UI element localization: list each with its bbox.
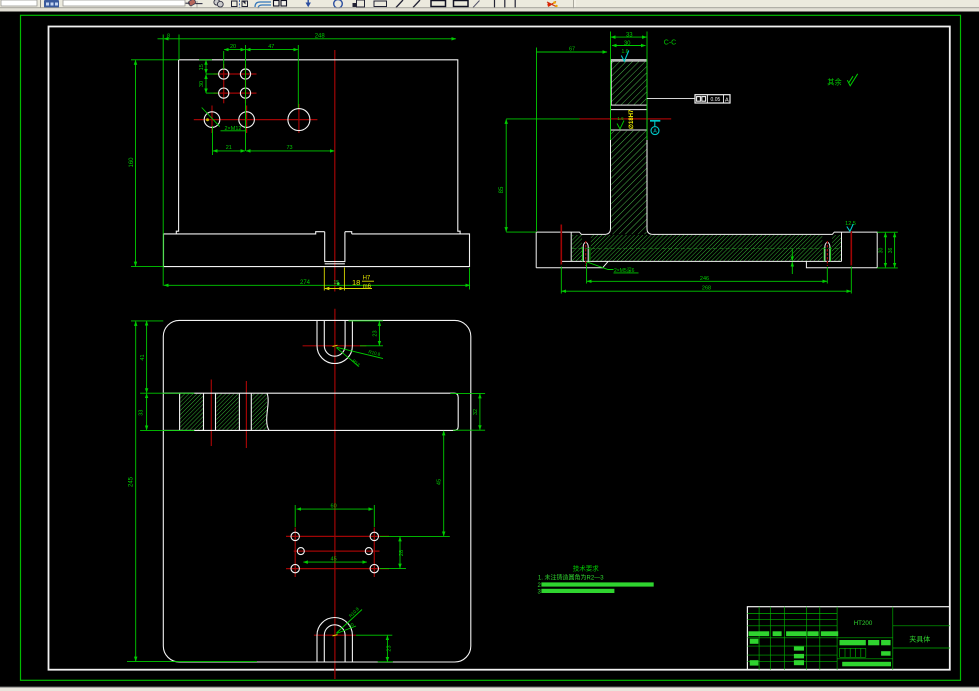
svg-text:8: 8 xyxy=(167,33,170,39)
svg-text:2×M5深6: 2×M5深6 xyxy=(614,267,635,274)
svg-text:A: A xyxy=(725,97,729,103)
svg-text:36: 36 xyxy=(888,248,894,254)
svg-text:268: 268 xyxy=(702,286,711,292)
svg-text:33: 33 xyxy=(139,410,145,416)
svg-text:32: 32 xyxy=(473,409,479,415)
svg-text:67: 67 xyxy=(569,46,575,52)
svg-text:274: 274 xyxy=(300,280,311,286)
svg-text:73: 73 xyxy=(286,145,292,151)
svg-text:21: 21 xyxy=(226,145,232,151)
svg-text:23: 23 xyxy=(386,645,392,651)
svg-text:60: 60 xyxy=(331,504,337,510)
svg-text:45: 45 xyxy=(436,479,442,485)
svg-text:245: 245 xyxy=(128,476,134,487)
svg-text:45: 45 xyxy=(331,557,337,563)
svg-text:33: 33 xyxy=(626,32,633,38)
svg-text:其余: 其余 xyxy=(827,78,842,87)
svg-text:1. 未注铸造圆角为R2—3: 1. 未注铸造圆角为R2—3 xyxy=(538,574,604,582)
svg-text:m6: m6 xyxy=(363,284,372,290)
svg-text:47: 47 xyxy=(268,44,274,50)
svg-text:H7: H7 xyxy=(363,276,371,282)
svg-text:2×M12: 2×M12 xyxy=(225,126,242,132)
svg-text:160: 160 xyxy=(129,157,135,168)
svg-text:41: 41 xyxy=(140,354,146,360)
svg-text:30: 30 xyxy=(624,41,631,47)
svg-text:12.5: 12.5 xyxy=(845,221,856,227)
svg-text:技术要求: 技术要求 xyxy=(573,564,600,573)
svg-text:C-C: C-C xyxy=(664,40,676,47)
svg-text:23: 23 xyxy=(372,330,378,336)
svg-text:248: 248 xyxy=(315,33,326,39)
svg-text:246: 246 xyxy=(700,276,709,282)
svg-text:0.05: 0.05 xyxy=(711,97,721,103)
svg-text:30: 30 xyxy=(199,81,205,87)
svg-text:15: 15 xyxy=(199,64,205,70)
svg-text:1.6: 1.6 xyxy=(617,116,624,121)
svg-text:20: 20 xyxy=(230,44,236,50)
svg-text:∅18H7: ∅18H7 xyxy=(628,109,635,129)
svg-text:85: 85 xyxy=(499,186,505,193)
svg-text:30: 30 xyxy=(879,248,885,254)
svg-text:夹具体: 夹具体 xyxy=(909,634,930,643)
svg-text:18: 18 xyxy=(352,278,360,287)
svg-text:28: 28 xyxy=(399,550,405,556)
svg-text:HT200: HT200 xyxy=(854,620,873,627)
